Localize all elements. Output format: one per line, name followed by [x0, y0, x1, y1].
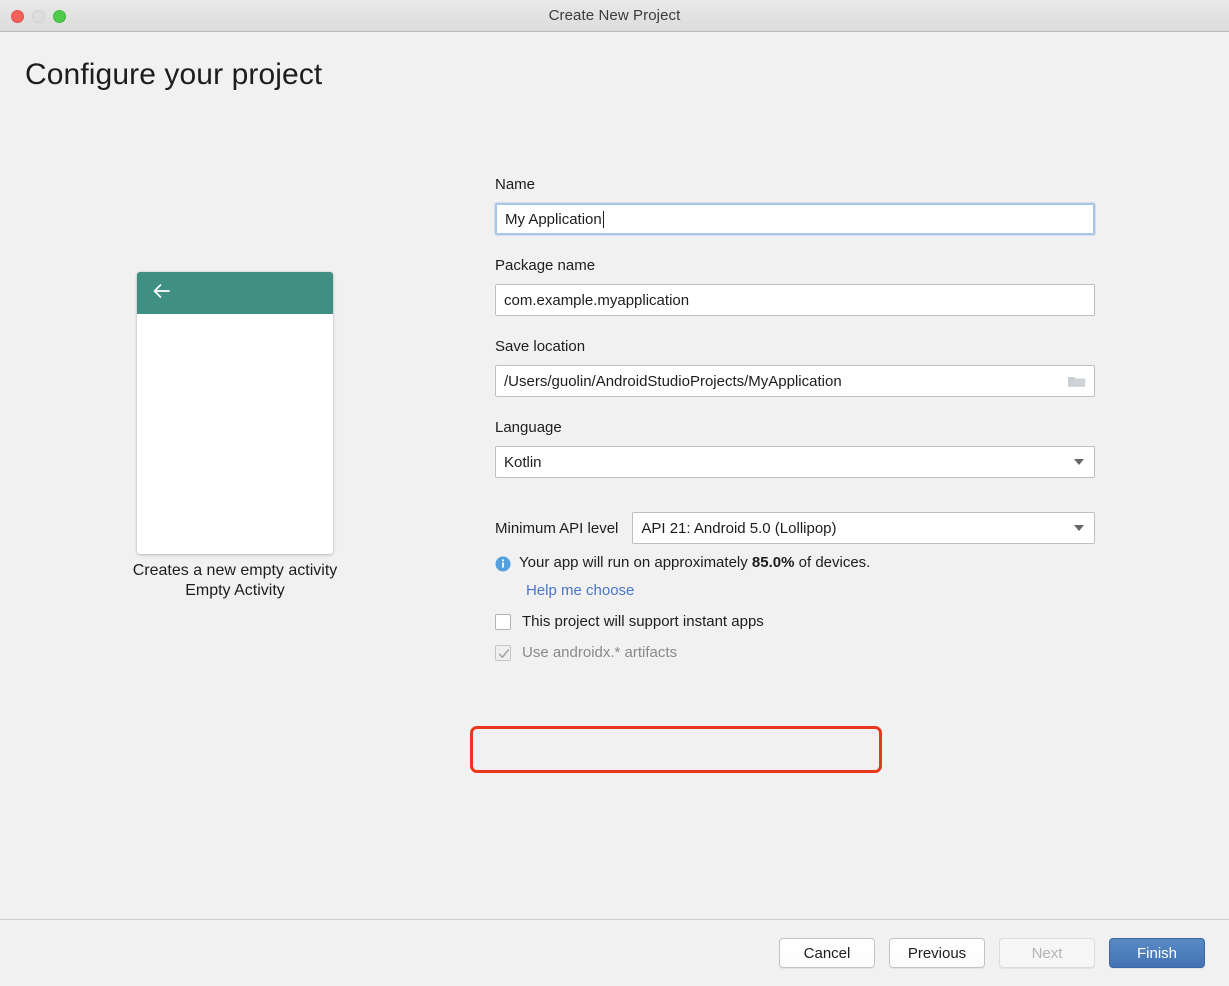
dialog-content: Configure your project Empty Activity Cr…	[0, 32, 1229, 919]
checkmark-icon	[498, 647, 510, 664]
window-title: Create New Project	[548, 7, 681, 24]
androidx-highlight-annotation	[470, 726, 882, 773]
name-label: Name	[495, 176, 536, 193]
dialog-footer: Cancel Previous Next Finish	[0, 919, 1229, 986]
preview-appbar	[137, 272, 333, 314]
chevron-down-icon	[1074, 459, 1084, 465]
create-new-project-window: Create New Project Configure your projec…	[0, 0, 1229, 986]
finish-button[interactable]: Finish	[1109, 938, 1205, 968]
language-select[interactable]: Kotlin	[495, 446, 1095, 478]
next-button: Next	[999, 938, 1095, 968]
coverage-text-before: Your app will run on approximately	[519, 554, 752, 571]
language-selected-value: Kotlin	[504, 453, 542, 471]
traffic-light-group	[11, 0, 66, 32]
minimize-window-icon[interactable]	[32, 9, 45, 23]
maximize-window-icon[interactable]	[53, 9, 66, 23]
device-coverage-info: Your app will run on approximately 85.0%…	[495, 554, 1095, 576]
instant-apps-label: This project will support instant apps	[522, 613, 764, 630]
save-location-value: /Users/guolin/AndroidStudioProjects/MyAp…	[504, 373, 842, 389]
field-name: Name My Application	[495, 176, 1095, 235]
device-coverage-text: Your app will run on approximately 85.0%…	[519, 554, 870, 571]
previous-button[interactable]: Previous	[889, 938, 985, 968]
name-input-value: My Application	[505, 211, 602, 227]
template-preview-card	[137, 272, 333, 554]
package-name-input[interactable]: com.example.myapplication	[495, 284, 1095, 316]
coverage-percent: 85.0%	[751, 554, 795, 571]
field-language: Language Kotlin	[495, 419, 1095, 478]
field-min-api-level: Minimum API level API 21: Android 5.0 (L…	[495, 512, 1095, 544]
package-name-label: Package name	[495, 257, 596, 274]
project-form: Name My Application Package name com.exa…	[495, 176, 1095, 661]
language-label: Language	[495, 419, 562, 436]
template-name-label: Empty Activity	[185, 582, 285, 599]
window-titlebar: Create New Project	[0, 0, 1229, 32]
template-description: Creates a new empty activity	[132, 562, 338, 579]
info-icon	[495, 556, 511, 576]
use-androidx-checkbox	[495, 644, 511, 664]
close-window-icon[interactable]	[11, 9, 24, 23]
text-caret	[602, 210, 604, 228]
preview-body	[137, 314, 333, 554]
min-api-selected-value: API 21: Android 5.0 (Lollipop)	[641, 519, 837, 537]
cancel-button[interactable]: Cancel	[779, 938, 875, 968]
save-location-input[interactable]: /Users/guolin/AndroidStudioProjects/MyAp…	[495, 365, 1095, 397]
template-preview-panel: Empty Activity	[0, 272, 470, 600]
coverage-text-after: of devices.	[794, 554, 871, 571]
min-api-select[interactable]: API 21: Android 5.0 (Lollipop)	[632, 512, 1095, 544]
use-androidx-checkbox-row: Use androidx.* artifacts	[495, 644, 1095, 661]
field-save-location: Save location /Users/guolin/AndroidStudi…	[495, 338, 1095, 397]
min-api-label: Minimum API level	[495, 519, 619, 537]
package-name-value: com.example.myapplication	[504, 292, 690, 308]
save-location-label: Save location	[495, 338, 586, 355]
use-androidx-label: Use androidx.* artifacts	[522, 644, 678, 661]
folder-icon[interactable]	[1067, 374, 1086, 389]
chevron-down-icon	[1074, 525, 1084, 531]
name-input[interactable]: My Application	[495, 203, 1095, 235]
arrow-left-icon	[151, 282, 173, 305]
instant-apps-checkbox-row[interactable]: This project will support instant apps	[495, 613, 1095, 630]
page-title: Configure your project	[25, 58, 323, 91]
instant-apps-checkbox[interactable]	[495, 613, 511, 630]
field-package-name: Package name com.example.myapplication	[495, 257, 1095, 316]
help-me-choose-link[interactable]: Help me choose	[526, 582, 1095, 599]
